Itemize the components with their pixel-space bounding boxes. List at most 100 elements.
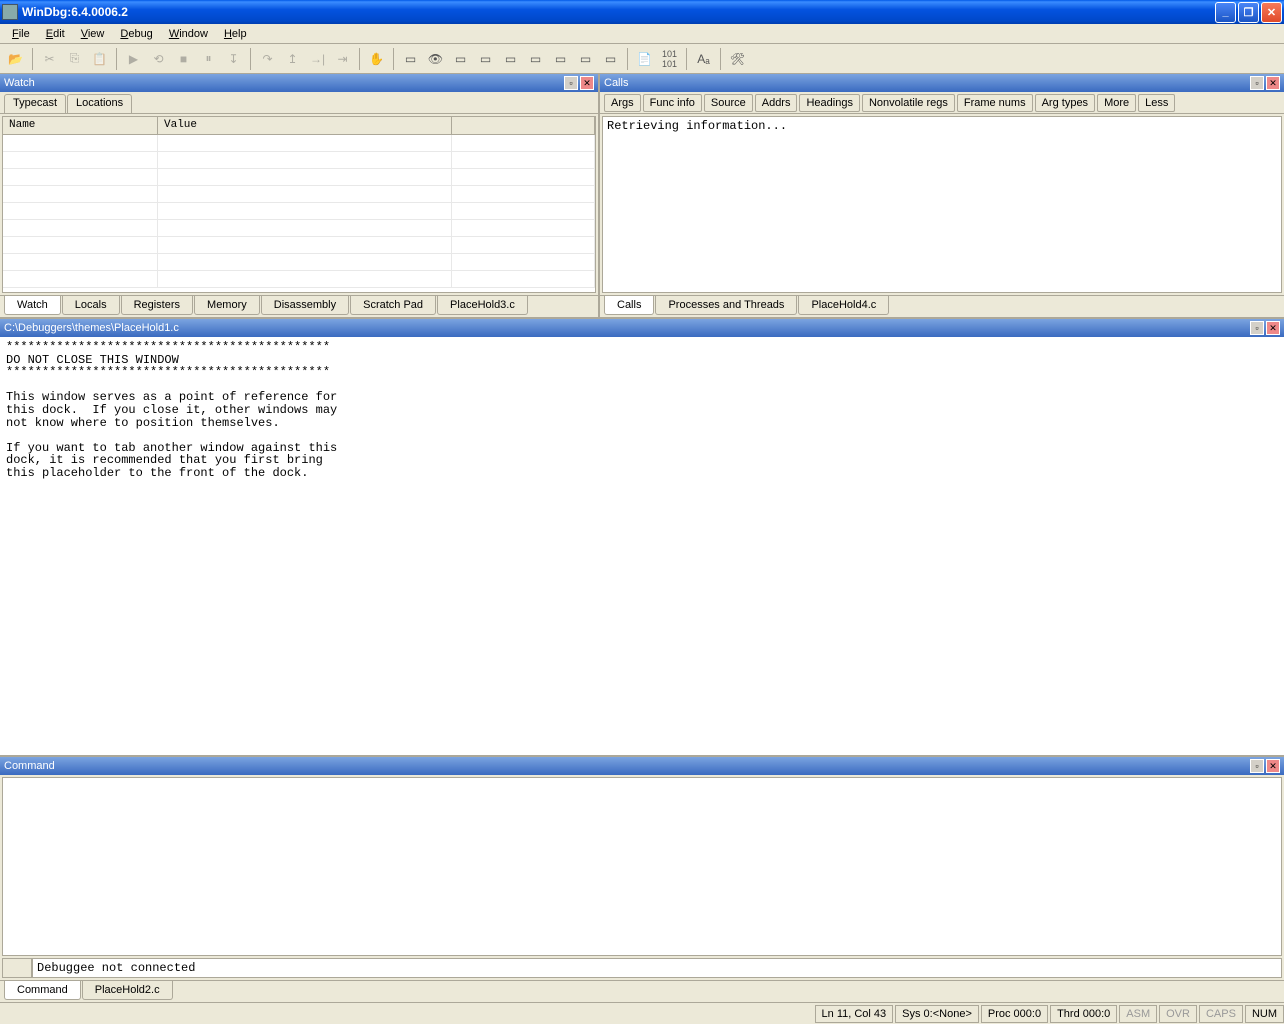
calls-btn-args[interactable]: Args — [604, 94, 641, 112]
calls-btn-more[interactable]: More — [1097, 94, 1136, 112]
source-dock-icon[interactable]: ▫ — [1250, 321, 1264, 335]
menu-help[interactable]: Help — [216, 26, 255, 42]
menu-file[interactable]: File — [4, 26, 38, 42]
calls-title: Calls — [604, 77, 1248, 89]
hand-icon[interactable]: ✋ — [365, 48, 388, 70]
menu-window[interactable]: Window — [161, 26, 216, 42]
command-bottom-tabs: Command PlaceHold2.c — [0, 980, 1284, 1002]
btab-locals[interactable]: Locals — [62, 296, 120, 315]
btab-registers[interactable]: Registers — [121, 296, 193, 315]
watch-row[interactable] — [3, 237, 595, 254]
go-icon[interactable]: ▶ — [122, 48, 145, 70]
stepover-icon[interactable]: ↷ — [256, 48, 279, 70]
command-output[interactable] — [2, 777, 1282, 956]
menu-edit[interactable]: Edit — [38, 26, 73, 42]
command-title: Command — [4, 760, 1248, 772]
watch-row[interactable] — [3, 220, 595, 237]
stop-icon[interactable]: ■ — [172, 48, 195, 70]
calls-toolbar: Args Func info Source Addrs Headings Non… — [600, 92, 1284, 114]
source-content[interactable]: ****************************************… — [0, 337, 1284, 755]
menubar: File Edit View Debug Window Help — [0, 24, 1284, 44]
tab-typecast[interactable]: Typecast — [4, 94, 66, 113]
runto-icon[interactable]: →| — [306, 48, 329, 70]
menu-debug[interactable]: Debug — [112, 26, 160, 42]
calls-content: Retrieving information... — [602, 116, 1282, 293]
calls-btn-nonvolatile[interactable]: Nonvolatile regs — [862, 94, 955, 112]
status-proc: Proc 000:0 — [981, 1005, 1048, 1023]
watch-dock-icon[interactable]: ▫ — [564, 76, 578, 90]
menu-view[interactable]: View — [73, 26, 113, 42]
statusbar: Ln 11, Col 43 Sys 0:<None> Proc 000:0 Th… — [0, 1002, 1284, 1024]
status-sys: Sys 0:<None> — [895, 1005, 979, 1023]
binary-icon[interactable]: 101101 — [658, 48, 681, 70]
command-pane: Command ▫ ✕ Debuggee not connected Comma… — [0, 757, 1284, 1002]
break-icon[interactable]: ⏸ — [197, 48, 220, 70]
titlebar: WinDbg:6.4.0006.2 _ ❐ ✕ — [0, 0, 1284, 24]
copy-icon[interactable]: ⎘ — [63, 48, 86, 70]
options-icon[interactable]: 🛠 — [726, 48, 749, 70]
btab-placehold2[interactable]: PlaceHold2.c — [82, 981, 173, 1000]
status-thread: Thrd 000:0 — [1050, 1005, 1117, 1023]
stepinto-icon[interactable]: ↧ — [222, 48, 245, 70]
memory-window-icon[interactable]: ▭ — [499, 48, 522, 70]
font-icon[interactable]: Aₐ — [692, 48, 715, 70]
command-dock-icon[interactable]: ▫ — [1250, 759, 1264, 773]
watch-row[interactable] — [3, 135, 595, 152]
cut-icon[interactable]: ✂ — [38, 48, 61, 70]
calls-btn-less[interactable]: Less — [1138, 94, 1175, 112]
source-close-icon[interactable]: ✕ — [1266, 321, 1280, 335]
calls-btn-funcinfo[interactable]: Func info — [643, 94, 702, 112]
watch-row[interactable] — [3, 271, 595, 288]
watch-close-icon[interactable]: ✕ — [580, 76, 594, 90]
command-close-icon[interactable]: ✕ — [1266, 759, 1280, 773]
window-controls: _ ❐ ✕ — [1215, 2, 1282, 23]
watch-row[interactable] — [3, 169, 595, 186]
watch-row[interactable] — [3, 152, 595, 169]
btab-memory[interactable]: Memory — [194, 296, 260, 315]
maximize-button[interactable]: ❐ — [1238, 2, 1259, 23]
calls-dock-icon[interactable]: ▫ — [1250, 76, 1264, 90]
watch-row[interactable] — [3, 186, 595, 203]
btab-disassembly[interactable]: Disassembly — [261, 296, 349, 315]
threads-window-icon[interactable]: ▭ — [599, 48, 622, 70]
callstack-window-icon[interactable]: ▭ — [524, 48, 547, 70]
watch-table: Name Value — [2, 116, 596, 293]
source-pane: C:\Debuggers\themes\PlaceHold1.c ▫ ✕ ***… — [0, 319, 1284, 757]
calls-btn-addrs[interactable]: Addrs — [755, 94, 798, 112]
open-icon[interactable]: 📂 — [4, 48, 27, 70]
watch-window-icon[interactable]: 👁 — [424, 48, 447, 70]
minimize-button[interactable]: _ — [1215, 2, 1236, 23]
btab-procs[interactable]: Processes and Threads — [655, 296, 797, 315]
calls-btn-source[interactable]: Source — [704, 94, 753, 112]
scratch-window-icon[interactable]: ▭ — [574, 48, 597, 70]
watch-col-blank[interactable] — [452, 117, 595, 134]
watch-col-name[interactable]: Name — [3, 117, 158, 134]
calls-btn-headings[interactable]: Headings — [799, 94, 859, 112]
close-button[interactable]: ✕ — [1261, 2, 1282, 23]
registers-window-icon[interactable]: ▭ — [474, 48, 497, 70]
btab-command[interactable]: Command — [4, 981, 81, 1000]
watch-row[interactable] — [3, 203, 595, 220]
watch-row[interactable] — [3, 254, 595, 271]
paste-icon[interactable]: 📋 — [88, 48, 111, 70]
tab-locations[interactable]: Locations — [67, 94, 132, 113]
calls-btn-argtypes[interactable]: Arg types — [1035, 94, 1095, 112]
locals-window-icon[interactable]: ▭ — [449, 48, 472, 70]
stepout-icon[interactable]: ↥ — [281, 48, 304, 70]
command-window-icon[interactable]: ▭ — [399, 48, 422, 70]
btab-placehold4[interactable]: PlaceHold4.c — [798, 296, 889, 315]
disasm-window-icon[interactable]: ▭ — [549, 48, 572, 70]
calls-btn-framenums[interactable]: Frame nums — [957, 94, 1033, 112]
sourcemode-icon[interactable]: 📄 — [633, 48, 656, 70]
status-num: NUM — [1245, 1005, 1284, 1023]
calls-close-icon[interactable]: ✕ — [1266, 76, 1280, 90]
watch-col-value[interactable]: Value — [158, 117, 452, 134]
btab-scratch[interactable]: Scratch Pad — [350, 296, 436, 315]
restart-icon[interactable]: ⟲ — [147, 48, 170, 70]
btab-calls[interactable]: Calls — [604, 296, 654, 315]
btab-watch[interactable]: Watch — [4, 296, 61, 315]
app-icon — [2, 4, 18, 20]
btab-placehold3[interactable]: PlaceHold3.c — [437, 296, 528, 315]
steptrace-icon[interactable]: ⇥ — [331, 48, 354, 70]
watch-bottom-tabs: Watch Locals Registers Memory Disassembl… — [0, 295, 598, 317]
